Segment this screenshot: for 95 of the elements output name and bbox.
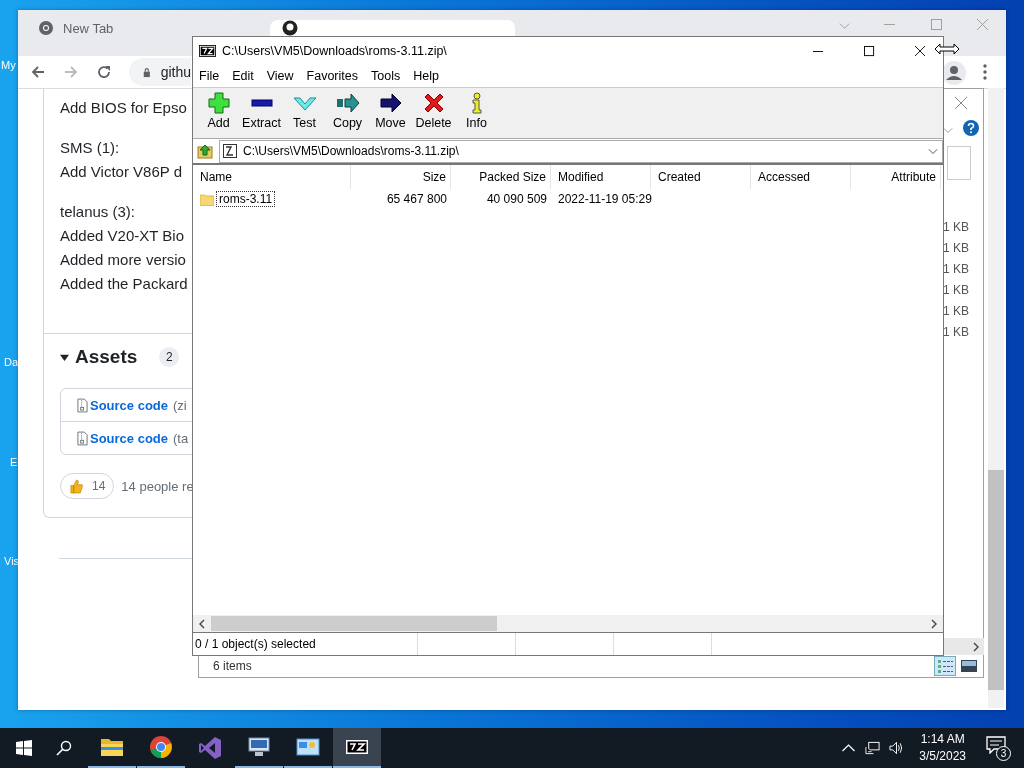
lock-icon bbox=[143, 66, 151, 78]
release-note: Add BIOS for Epso bbox=[60, 98, 187, 118]
file-row[interactable]: roms-3.11 65 467 800 40 090 509 2022-11-19 05:29 bbox=[193, 189, 943, 209]
help-icon[interactable] bbox=[963, 120, 979, 136]
taskbar-app[interactable] bbox=[333, 728, 381, 768]
toolbar-button[interactable]: Move bbox=[369, 90, 412, 136]
file-size: 1 KB bbox=[943, 282, 969, 299]
horizontal-scrollbar[interactable] bbox=[944, 638, 984, 655]
start-icon[interactable] bbox=[16, 740, 32, 756]
network-icon[interactable] bbox=[865, 741, 881, 755]
arrow-icon bbox=[335, 92, 360, 114]
menu-item[interactable]: Edit bbox=[232, 69, 254, 83]
file-name: roms-3.11 bbox=[216, 191, 276, 207]
toolbar-button[interactable]: Copy bbox=[326, 90, 369, 136]
profile-icon[interactable] bbox=[942, 61, 966, 85]
asset-format: (ta bbox=[173, 430, 189, 446]
assets-heading: Assets bbox=[75, 346, 138, 368]
toolbar-button[interactable]: Delete bbox=[412, 90, 455, 136]
column-header[interactable]: Attribute bbox=[851, 165, 941, 189]
arrow-icon bbox=[378, 92, 403, 114]
column-header[interactable]: Packed Size bbox=[451, 165, 551, 189]
column-header[interactable]: Created bbox=[651, 165, 751, 189]
menu-item[interactable]: Tools bbox=[371, 69, 401, 83]
scroll-left-icon[interactable] bbox=[198, 618, 206, 629]
release-note: Add Victor V86P d bbox=[60, 162, 183, 182]
dropdown-caret-icon bbox=[928, 146, 938, 156]
file-size: 1 KB bbox=[943, 324, 969, 341]
browser-tab[interactable] bbox=[270, 20, 515, 36]
file-size: 1 KB bbox=[943, 261, 969, 278]
menu-icon[interactable] bbox=[983, 64, 987, 80]
large-icons-view-icon[interactable] bbox=[959, 657, 979, 675]
table-cell-text: 65 467 800 bbox=[385, 192, 448, 206]
file-size: 1 KB bbox=[943, 303, 969, 320]
ribbon-logo-icon bbox=[198, 736, 222, 760]
asset-format: (zi bbox=[173, 397, 187, 413]
table-cell-text: 40 090 509 bbox=[485, 192, 548, 206]
asset-link[interactable]: Source code bbox=[90, 397, 169, 413]
release-note: Added the Packard bbox=[60, 274, 188, 294]
plus-icon bbox=[206, 92, 231, 114]
file-size: 1 KB bbox=[943, 219, 969, 236]
column-header[interactable]: Name bbox=[193, 165, 351, 189]
details-view-icon[interactable] bbox=[935, 657, 955, 675]
seven-zip-logo-icon bbox=[199, 45, 216, 57]
address-bar[interactable]: githu bbox=[129, 58, 191, 86]
monitor-icon bbox=[247, 735, 271, 759]
count-badge: 2 bbox=[159, 347, 180, 367]
maximize-icon[interactable] bbox=[864, 45, 875, 57]
clock-time[interactable]: 1:14 AM bbox=[920, 731, 965, 748]
menu-item[interactable]: Favorites bbox=[306, 69, 358, 83]
file-size: 1 KB bbox=[943, 240, 969, 257]
window-title: C:\Users\VM5\Downloads\roms-3.11.zip\ bbox=[222, 44, 448, 58]
table-cell-text: 2022-11-19 05:29 bbox=[557, 192, 651, 206]
scroll-right-icon[interactable] bbox=[930, 618, 938, 629]
horizontal-scrollbar[interactable] bbox=[193, 615, 943, 632]
clock-date[interactable]: 3/5/2023 bbox=[919, 748, 966, 765]
volume-icon[interactable] bbox=[889, 741, 905, 755]
chrome-logo-icon bbox=[38, 20, 54, 36]
folder-icon bbox=[200, 192, 214, 206]
chrome-logo-icon bbox=[149, 735, 173, 759]
browser-tab[interactable]: New Tab bbox=[26, 20, 188, 36]
menu-item[interactable]: File bbox=[199, 69, 220, 83]
asset-link[interactable]: Source code bbox=[90, 430, 169, 446]
window-icon bbox=[296, 735, 320, 759]
search-field[interactable] bbox=[947, 146, 971, 180]
scroll-right-icon[interactable] bbox=[972, 641, 980, 652]
toolbar-button[interactable]: Add bbox=[197, 90, 240, 136]
search-icon[interactable] bbox=[56, 740, 72, 756]
folder-up-icon[interactable] bbox=[197, 143, 213, 159]
column-header[interactable]: Size bbox=[351, 165, 451, 189]
release-note: Added V20-XT Bio bbox=[60, 226, 184, 246]
menu-item[interactable]: View bbox=[266, 69, 294, 83]
zip-file-icon bbox=[77, 430, 88, 446]
release-note: telanus (3): bbox=[60, 202, 136, 222]
expand-caret-icon[interactable] bbox=[60, 352, 69, 362]
zip-file-icon bbox=[77, 397, 88, 413]
toolbar-button[interactable]: Test bbox=[283, 90, 326, 136]
column-header[interactable]: Accessed bbox=[751, 165, 851, 189]
chevron-down-icon[interactable] bbox=[943, 125, 953, 135]
reload-icon[interactable] bbox=[96, 64, 112, 80]
reaction-button[interactable]: 14 bbox=[60, 473, 115, 499]
item-count: 6 items bbox=[213, 659, 253, 673]
selection-status: 0 / 1 object(s) selected bbox=[193, 633, 418, 655]
release-note: Added more versio bbox=[60, 250, 186, 270]
thumbs-up-icon bbox=[69, 478, 84, 494]
vertical-scrollbar[interactable] bbox=[988, 88, 1004, 708]
notification-badge: 3 bbox=[996, 746, 1011, 761]
column-header[interactable]: Modified bbox=[551, 165, 651, 189]
back-icon[interactable] bbox=[30, 64, 46, 80]
path-field[interactable]: C:\Users\VM5\Downloads\roms-3.11.zip\ bbox=[219, 139, 943, 163]
toolbar-button[interactable]: Extract bbox=[240, 90, 283, 136]
menu-item[interactable]: Help bbox=[413, 69, 439, 83]
archive-icon bbox=[223, 144, 237, 158]
close-icon[interactable] bbox=[915, 45, 926, 57]
toolbar-button[interactable]: Info bbox=[455, 90, 498, 136]
release-note: SMS (1): bbox=[60, 138, 120, 158]
